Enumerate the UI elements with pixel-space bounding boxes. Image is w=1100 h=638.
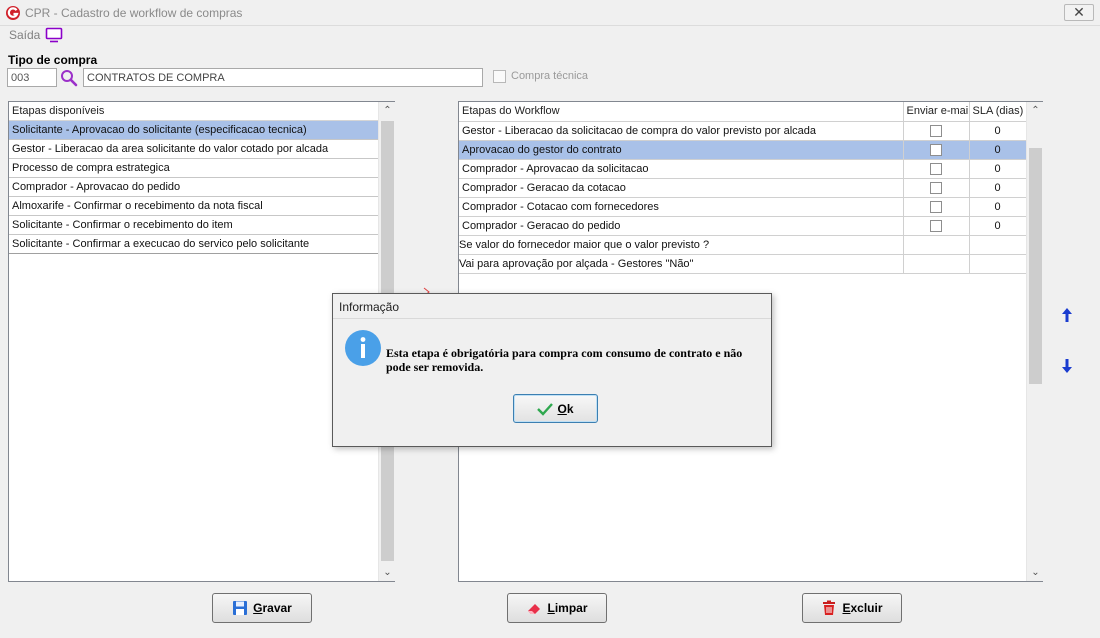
scroll-down-icon[interactable]: ⌄ <box>379 564 396 581</box>
sla-cell[interactable]: 0 <box>969 140 1027 160</box>
workflow-etapa-cell: Comprador - Aprovacao da solicitacao <box>459 159 904 179</box>
scroll-up-icon[interactable]: ⌃ <box>1027 102 1044 119</box>
dialog-title: Informação <box>333 294 771 319</box>
information-dialog: Informação Esta etapa é obrigatória para… <box>332 293 772 447</box>
compra-tecnica-label: Compra técnica <box>511 70 589 82</box>
sla-cell[interactable]: 0 <box>969 197 1027 217</box>
excluir-mnemonic: E <box>842 601 851 615</box>
enviar-email-checkbox[interactable] <box>930 219 942 232</box>
move-down-icon[interactable] <box>1061 358 1073 374</box>
workflow-etapa-cell: Aprovacao do gestor do contrato <box>459 140 904 160</box>
etapa-disponivel-item[interactable]: Solicitante - Confirmar o recebimento do… <box>9 216 378 235</box>
ok-mnemonic: O <box>557 401 567 416</box>
col-enviar-email[interactable]: Enviar e-mail <box>903 102 970 122</box>
enviar-email-checkbox[interactable] <box>930 124 942 137</box>
workflow-row[interactable]: Comprador - Geracao da cotacao 0 <box>459 178 1027 198</box>
etapa-disponivel-item[interactable]: Almoxarife - Confirmar o recebimento da … <box>9 197 378 216</box>
workflow-row[interactable]: Comprador - Geracao do pedido 0 <box>459 216 1027 236</box>
menu-bar: Saída <box>0 26 1100 46</box>
workflow-row[interactable]: Aprovacao do gestor do contrato 0 <box>459 140 1027 160</box>
enviar-email-cell <box>903 216 970 236</box>
excluir-label: xcluir <box>850 601 883 615</box>
col-sla[interactable]: SLA (dias) <box>969 102 1027 122</box>
excluir-button[interactable]: Excluir <box>802 593 902 623</box>
enviar-email-checkbox[interactable] <box>930 162 942 175</box>
monitor-icon[interactable] <box>45 27 63 43</box>
workflow-note: Se valor do fornecedor maior que o valor… <box>459 235 904 255</box>
dialog-message: Esta etapa é obrigatória para compra com… <box>386 346 743 374</box>
empty-cell <box>969 235 1027 255</box>
enviar-email-cell <box>903 197 970 217</box>
limpar-mnemonic: L <box>547 601 555 615</box>
limpar-button[interactable]: Limpar <box>507 593 607 623</box>
sla-cell[interactable]: 0 <box>969 121 1027 141</box>
enviar-email-cell <box>903 178 970 198</box>
sla-cell[interactable]: 0 <box>969 178 1027 198</box>
info-icon <box>345 330 381 366</box>
empty-cell <box>903 254 970 274</box>
checkmark-icon <box>537 402 554 416</box>
eraser-icon <box>528 604 541 614</box>
workflow-note: Vai para aprovação por alçada - Gestores… <box>459 254 904 274</box>
menu-saida[interactable]: Saída <box>9 28 40 42</box>
trash-icon <box>823 600 836 615</box>
ok-button[interactable]: Ok <box>513 394 598 423</box>
ok-label: k <box>566 401 574 416</box>
workflow-etapa-cell: Comprador - Geracao da cotacao <box>459 178 904 198</box>
window-close-button[interactable]: ✕ <box>1064 4 1094 21</box>
empty-cell <box>969 254 1027 274</box>
window-title: CPR - Cadastro de workflow de compras <box>25 6 243 20</box>
workflow-etapa-cell: Comprador - Geracao do pedido <box>459 216 904 236</box>
scroll-up-icon[interactable]: ⌃ <box>379 102 396 119</box>
etapas-disponiveis-header: Etapas disponíveis <box>9 102 378 121</box>
compra-tecnica-checkbox[interactable] <box>493 70 506 83</box>
etapa-disponivel-item[interactable]: Processo de compra estrategica <box>9 159 378 178</box>
workflow-etapa-cell: Gestor - Liberacao da solicitacao de com… <box>459 121 904 141</box>
description-input[interactable] <box>83 68 483 87</box>
workflow-row[interactable]: Gestor - Liberacao da solicitacao de com… <box>459 121 1027 141</box>
title-bar: CPR - Cadastro de workflow de compras ✕ <box>0 0 1100 26</box>
limpar-label: impar <box>554 601 588 615</box>
code-input[interactable] <box>7 68 57 87</box>
app-logo-icon <box>6 6 20 20</box>
scroll-down-icon[interactable]: ⌄ <box>1027 564 1044 581</box>
workflow-row[interactable]: Comprador - Aprovacao da solicitacao 0 <box>459 159 1027 179</box>
etapa-disponivel-item[interactable]: Solicitante - Confirmar a execucao do se… <box>9 235 378 254</box>
col-etapas-workflow[interactable]: Etapas do Workflow <box>459 102 904 122</box>
workflow-etapa-cell: Comprador - Cotacao com fornecedores <box>459 197 904 217</box>
sla-cell[interactable]: 0 <box>969 216 1027 236</box>
enviar-email-checkbox[interactable] <box>930 200 942 213</box>
enviar-email-cell <box>903 140 970 160</box>
etapa-disponivel-item[interactable]: Comprador - Aprovacao do pedido <box>9 178 378 197</box>
workflow-note-row: Vai para aprovação por alçada - Gestores… <box>459 254 1027 274</box>
grid-scrollbar[interactable]: ⌃ ⌄ <box>1026 102 1043 581</box>
gravar-label: ravar <box>262 601 292 615</box>
move-up-icon[interactable] <box>1061 307 1073 323</box>
empty-cell <box>903 235 970 255</box>
etapa-disponivel-item[interactable]: Solicitante - Aprovacao do solicitante (… <box>9 121 378 140</box>
gravar-button[interactable]: Gravar <box>212 593 312 623</box>
enviar-email-checkbox[interactable] <box>930 143 942 156</box>
save-icon <box>233 601 248 615</box>
etapa-disponivel-item[interactable]: Gestor - Liberacao da area solicitante d… <box>9 140 378 159</box>
workflow-note-row: Se valor do fornecedor maior que o valor… <box>459 235 1027 255</box>
scroll-thumb[interactable] <box>1029 148 1042 384</box>
enviar-email-checkbox[interactable] <box>930 181 942 194</box>
workflow-row[interactable]: Comprador - Cotacao com fornecedores 0 <box>459 197 1027 217</box>
sla-cell[interactable]: 0 <box>969 159 1027 179</box>
enviar-email-cell <box>903 159 970 179</box>
search-icon[interactable] <box>59 68 79 87</box>
enviar-email-cell <box>903 121 970 141</box>
tipo-compra-label: Tipo de compra <box>8 53 98 67</box>
